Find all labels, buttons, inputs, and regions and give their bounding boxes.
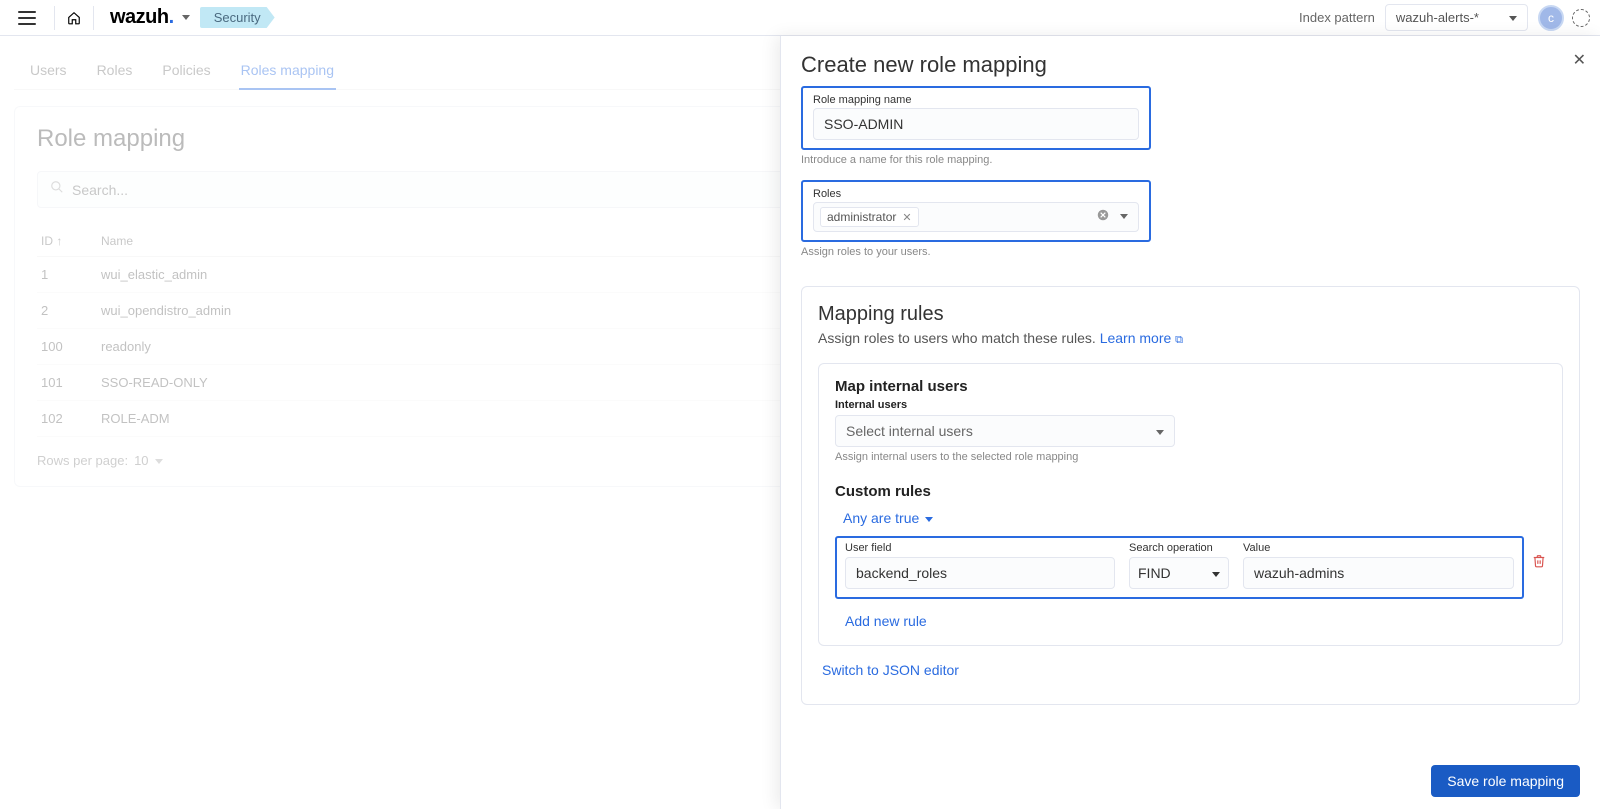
role-mapping-name-group: Role mapping name — [801, 86, 1151, 150]
internal-users-select[interactable]: Select internal users — [835, 415, 1175, 447]
divider — [93, 6, 94, 30]
chevron-down-icon — [1156, 423, 1164, 439]
clear-roles-icon[interactable] — [1096, 208, 1110, 227]
delete-rule-button[interactable] — [1532, 554, 1546, 581]
user-avatar[interactable]: c — [1538, 5, 1564, 31]
index-pattern-value: wazuh-alerts-* — [1396, 10, 1479, 25]
roles-help: Assign roles to your users. — [801, 246, 1151, 258]
external-link-icon: ⧉ — [1175, 334, 1183, 346]
brand-logo: wazuh. — [110, 6, 174, 29]
switch-json-editor-button[interactable]: Switch to JSON editor — [822, 662, 959, 678]
value-label: Value — [1243, 542, 1514, 554]
user-field-input[interactable] — [845, 557, 1115, 589]
mapping-rules-subtitle: Assign roles to users who match these ru… — [818, 330, 1563, 347]
custom-rule-row: User field Search operation FIND Value — [835, 536, 1524, 599]
roles-combobox[interactable]: administrator ✕ — [813, 202, 1139, 232]
chevron-down-icon — [1212, 565, 1220, 581]
add-new-rule-button[interactable]: Add new rule — [845, 613, 927, 629]
search-operation-label: Search operation — [1129, 542, 1229, 554]
flyout-title: Create new role mapping — [801, 52, 1580, 78]
internal-users-help: Assign internal users to the selected ro… — [835, 451, 1546, 463]
roles-label: Roles — [813, 188, 1139, 200]
chevron-down-icon — [1509, 10, 1517, 25]
topbar: wazuh. Security Index pattern wazuh-aler… — [0, 0, 1600, 36]
search-operation-select[interactable]: FIND — [1129, 557, 1229, 589]
value-input[interactable] — [1243, 557, 1514, 589]
role-chip: administrator ✕ — [820, 207, 919, 227]
index-pattern-select[interactable]: wazuh-alerts-* — [1385, 4, 1528, 31]
remove-role-icon[interactable]: ✕ — [902, 211, 911, 224]
brand-menu-chevron[interactable] — [182, 9, 190, 27]
internal-users-label: Internal users — [835, 399, 1546, 411]
index-pattern-label: Index pattern — [1299, 10, 1375, 25]
role-mapping-name-input[interactable] — [813, 108, 1139, 140]
custom-rules-title: Custom rules — [835, 483, 1546, 500]
learn-more-link[interactable]: Learn more ⧉ — [1100, 330, 1183, 346]
user-field-label: User field — [845, 542, 1115, 554]
create-role-mapping-flyout: Create new role mapping ✕ Role mapping n… — [780, 36, 1600, 809]
home-button[interactable] — [65, 9, 83, 27]
menu-toggle-button[interactable] — [18, 11, 36, 25]
chevron-down-icon[interactable] — [1116, 208, 1132, 226]
map-internal-users-title: Map internal users — [835, 378, 1546, 395]
mapping-rules-panel: Mapping rules Assign roles to users who … — [801, 286, 1580, 705]
section-breadcrumb[interactable]: Security — [200, 7, 275, 28]
brand: wazuh. — [110, 6, 190, 29]
divider — [54, 6, 55, 30]
role-mapping-name-help: Introduce a name for this role mapping. — [801, 154, 1151, 166]
help-icon[interactable] — [1572, 9, 1590, 27]
rule-logic-select[interactable]: Any are true — [843, 510, 1546, 526]
mapping-rules-title: Mapping rules — [818, 303, 1563, 326]
save-role-mapping-button[interactable]: Save role mapping — [1431, 765, 1580, 797]
close-button[interactable]: ✕ — [1573, 50, 1586, 70]
internal-users-panel: Map internal users Internal users Select… — [818, 363, 1563, 646]
roles-group: Roles administrator ✕ — [801, 180, 1151, 242]
role-mapping-name-label: Role mapping name — [813, 94, 1139, 106]
chevron-down-icon — [925, 510, 933, 526]
